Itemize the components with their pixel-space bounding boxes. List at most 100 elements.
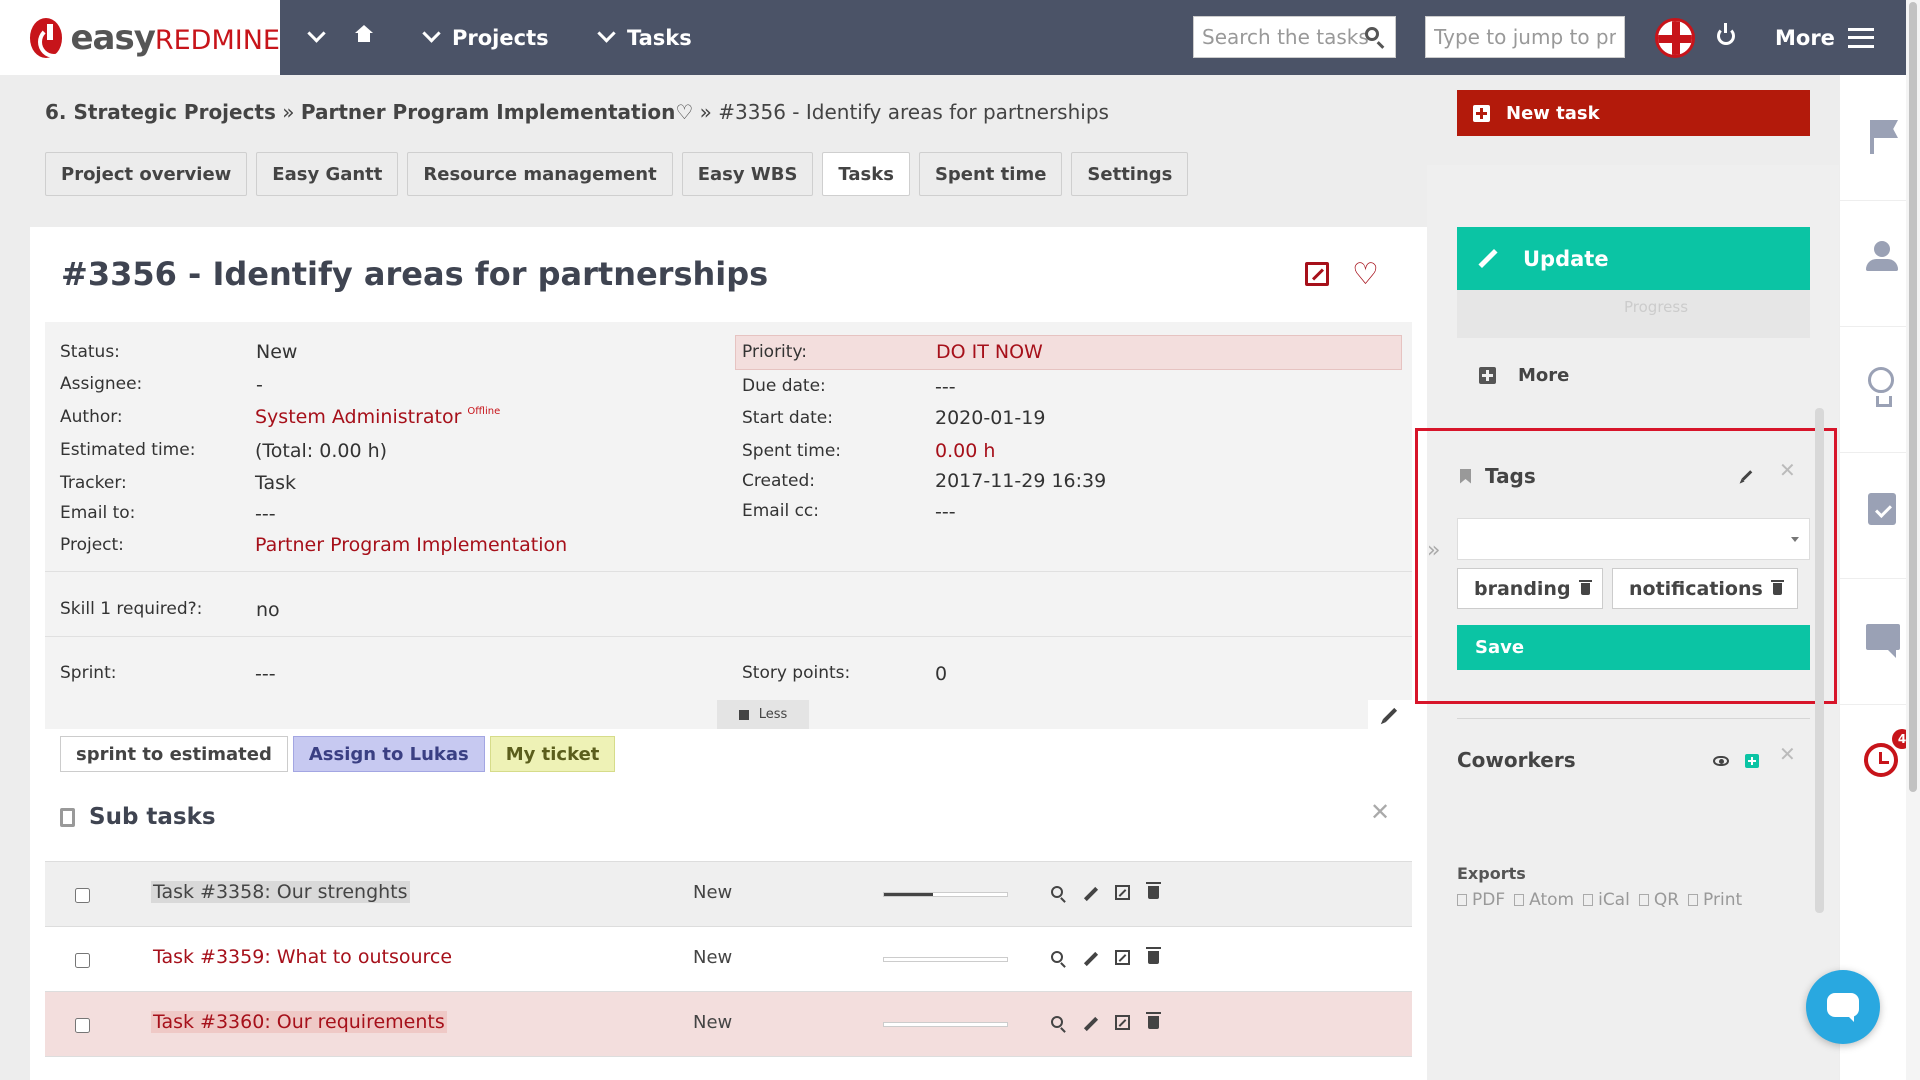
action-sprint-to-estimated[interactable]: sprint to estimated <box>60 736 288 772</box>
due-date-value: --- <box>935 376 956 398</box>
trash-icon[interactable] <box>1578 579 1592 595</box>
trash-icon[interactable] <box>1146 1012 1161 1029</box>
status-label: Status: <box>60 342 120 362</box>
story-points-value: 0 <box>935 663 948 685</box>
sprint-value: --- <box>255 663 276 685</box>
spent-time-value[interactable]: 0.00 h <box>935 440 995 462</box>
subtask-link[interactable]: Task #3360: Our requirements <box>151 1011 447 1033</box>
priority-value: DO IT NOW <box>936 341 1043 363</box>
clipboard-check-icon <box>1868 493 1896 525</box>
skill-label: Skill 1 required?: <box>60 599 203 619</box>
breadcrumb-project[interactable]: Partner Program Implementation♡ <box>301 100 693 124</box>
jump-to-project-input[interactable] <box>1425 16 1625 58</box>
tab-easy-wbs[interactable]: Easy WBS <box>681 152 814 196</box>
author-label: Author: <box>60 407 123 427</box>
trash-icon[interactable] <box>1146 947 1161 964</box>
action-assign-to-lukas[interactable]: Assign to Lukas <box>292 736 485 772</box>
tab-tasks[interactable]: Tasks <box>822 152 910 196</box>
favorite-heart-icon[interactable]: ♡ <box>1352 260 1379 290</box>
chat-widget-button[interactable] <box>1806 970 1880 1044</box>
pencil-icon[interactable] <box>1083 1016 1099 1032</box>
export-print-link[interactable]: Print <box>1688 890 1742 910</box>
search-icon[interactable] <box>1365 27 1379 41</box>
row-checkbox[interactable] <box>75 888 90 903</box>
issue-card: #3356 - Identify areas for partnerships … <box>30 227 1427 1080</box>
divider <box>45 571 1412 572</box>
trash-icon[interactable] <box>1146 882 1161 899</box>
hamburger-icon[interactable] <box>1848 28 1874 48</box>
edit-attributes-button[interactable] <box>1368 700 1412 729</box>
subtask-status: New <box>693 1012 733 1033</box>
email-cc-value: --- <box>935 501 956 523</box>
update-button[interactable]: Update <box>1457 227 1810 290</box>
project-link[interactable]: Partner Program Implementation <box>255 534 567 556</box>
search-icon[interactable] <box>1051 886 1063 898</box>
close-icon[interactable]: ✕ <box>1370 800 1390 824</box>
export-ical-link[interactable]: iCal <box>1583 890 1630 910</box>
person-icon <box>1866 241 1898 273</box>
more-menu[interactable]: More <box>1775 0 1835 75</box>
author-link[interactable]: System Administrator <box>255 406 461 428</box>
collapse-arrow-icon[interactable]: » <box>1427 538 1440 563</box>
subtask-status: New <box>693 947 733 968</box>
tab-project-overview[interactable]: Project overview <box>45 152 248 196</box>
progress-fill <box>884 893 934 896</box>
logo-main: easy <box>70 17 155 58</box>
power-icon[interactable] <box>1717 23 1735 45</box>
skill-value: no <box>256 599 280 621</box>
tags-select[interactable] <box>1457 518 1810 560</box>
subtask-link[interactable]: Task #3359: What to outsource <box>151 946 454 968</box>
nav-tasks[interactable]: Tasks <box>597 0 692 75</box>
avatar[interactable] <box>1655 18 1695 58</box>
flag-icon <box>1870 120 1874 154</box>
row-checkbox[interactable] <box>75 1018 90 1033</box>
new-task-button[interactable]: New task <box>1457 90 1810 136</box>
nav-tasks-label: Tasks <box>627 25 692 50</box>
coworkers-heading: Coworkers <box>1457 748 1576 772</box>
row-checkbox[interactable] <box>75 953 90 968</box>
tab-settings[interactable]: Settings <box>1071 152 1189 196</box>
exports-links: PDF Atom iCal QR Print <box>1457 890 1751 910</box>
breadcrumb-current: #3356 - Identify areas for partnerships <box>718 100 1109 124</box>
logo[interactable]: easyREDMINE <box>0 0 280 75</box>
edit-icon[interactable] <box>1115 1015 1130 1030</box>
less-toggle-button[interactable]: Less <box>717 700 809 729</box>
close-icon[interactable]: ✕ <box>1779 460 1796 480</box>
export-qr-link[interactable]: QR <box>1638 890 1679 910</box>
more-menu-label: More <box>1775 25 1835 50</box>
tab-resource-management[interactable]: Resource management <box>407 152 673 196</box>
eye-icon[interactable] <box>1713 756 1729 766</box>
search-icon[interactable] <box>1051 1016 1063 1028</box>
action-my-ticket[interactable]: My ticket <box>489 736 616 772</box>
sidebar-scrollbar[interactable] <box>1815 408 1824 913</box>
chat-bubble-icon <box>1866 624 1900 658</box>
chevron-down-icon <box>307 24 326 43</box>
add-coworker-icon[interactable] <box>1745 754 1759 768</box>
nav-menu-toggle[interactable] <box>307 0 373 75</box>
start-date-value: 2020-01-19 <box>935 407 1046 429</box>
save-button[interactable]: Save <box>1457 625 1810 670</box>
more-actions-button[interactable]: More <box>1479 365 1569 386</box>
pencil-icon[interactable] <box>1083 951 1099 967</box>
export-atom-link[interactable]: Atom <box>1514 890 1574 910</box>
progress-ghost-label: Progress <box>1624 298 1689 316</box>
export-pdf-link[interactable]: PDF <box>1457 890 1505 910</box>
close-icon[interactable]: ✕ <box>1779 744 1796 764</box>
edit-icon[interactable] <box>1305 262 1329 286</box>
edit-icon[interactable] <box>1115 885 1130 900</box>
chevron-down-icon <box>422 24 441 43</box>
nav-projects[interactable]: Projects <box>422 0 549 75</box>
page-scrollbar[interactable] <box>1906 0 1920 1080</box>
search-icon[interactable] <box>1051 951 1063 963</box>
breadcrumb-parent[interactable]: 6. Strategic Projects <box>45 100 276 124</box>
tab-spent-time[interactable]: Spent time <box>918 152 1063 196</box>
subtask-link[interactable]: Task #3358: Our strenghts <box>151 881 410 903</box>
tab-easy-gantt[interactable]: Easy Gantt <box>256 152 399 196</box>
tags-heading-label: Tags <box>1485 464 1536 488</box>
edit-icon[interactable] <box>1115 950 1130 965</box>
pencil-icon[interactable] <box>1083 886 1099 902</box>
nav-projects-label: Projects <box>452 25 549 50</box>
assignee-value: - <box>256 374 263 396</box>
trash-icon[interactable] <box>1770 579 1784 595</box>
home-icon[interactable] <box>355 24 373 46</box>
